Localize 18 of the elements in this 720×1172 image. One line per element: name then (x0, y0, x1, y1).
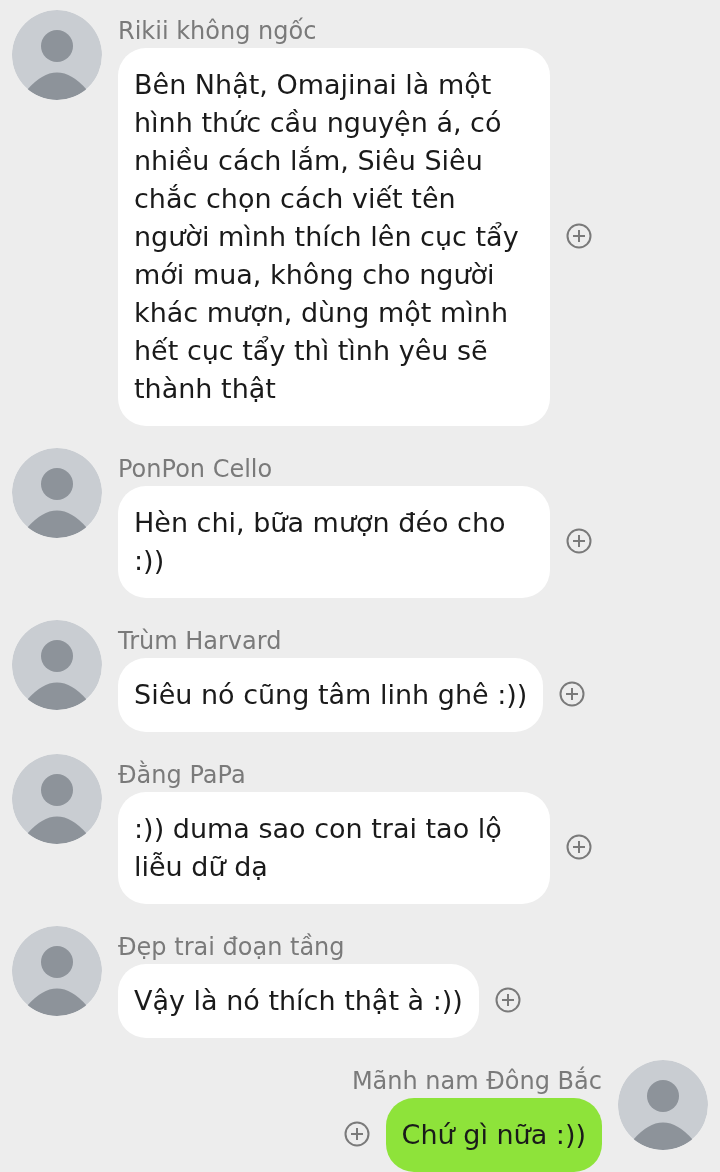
sender-name: Đằng PaPa (118, 760, 246, 790)
add-reaction-icon[interactable] (566, 223, 592, 249)
sender-name: Trùm Harvard (118, 626, 282, 656)
message-bubble: Bên Nhật, Omajinai là một hình thức cầu nguyện á, có nhiều cách lắm, Siêu Siêu chắc chọn cách viết tên người mình thích lên cục tẩy mới mua, không cho người khác mượn, dùng một mình hết cục tẩy thì tình yêu sẽ thành thật (118, 48, 550, 426)
sender-name: PonPon Cello (118, 454, 273, 484)
sender-name: Rikii không ngốc (118, 16, 317, 46)
message-bubble: Siêu nó cũng tâm linh ghê :)) (118, 658, 544, 732)
message-bubble: Chứ gì nữa :)) (385, 1098, 602, 1172)
add-reaction-icon[interactable] (566, 528, 592, 554)
add-reaction-icon[interactable] (343, 1121, 370, 1147)
message-bubble: :)) duma sao con trai tao lộ liễu dữ dạ (118, 792, 550, 904)
message-bubble: Vậy là nó thích thật à :)) (118, 964, 479, 1038)
sender-name: Đẹp trai đoạn tầng (118, 932, 345, 962)
add-reaction-icon[interactable] (566, 834, 592, 860)
sender-name: Mãnh nam Đông Bắc (351, 1066, 602, 1096)
add-reaction-icon[interactable] (559, 681, 586, 707)
message-bubble: Hèn chi, bữa mượn đéo cho :)) (118, 486, 550, 598)
add-reaction-icon[interactable] (494, 987, 521, 1013)
